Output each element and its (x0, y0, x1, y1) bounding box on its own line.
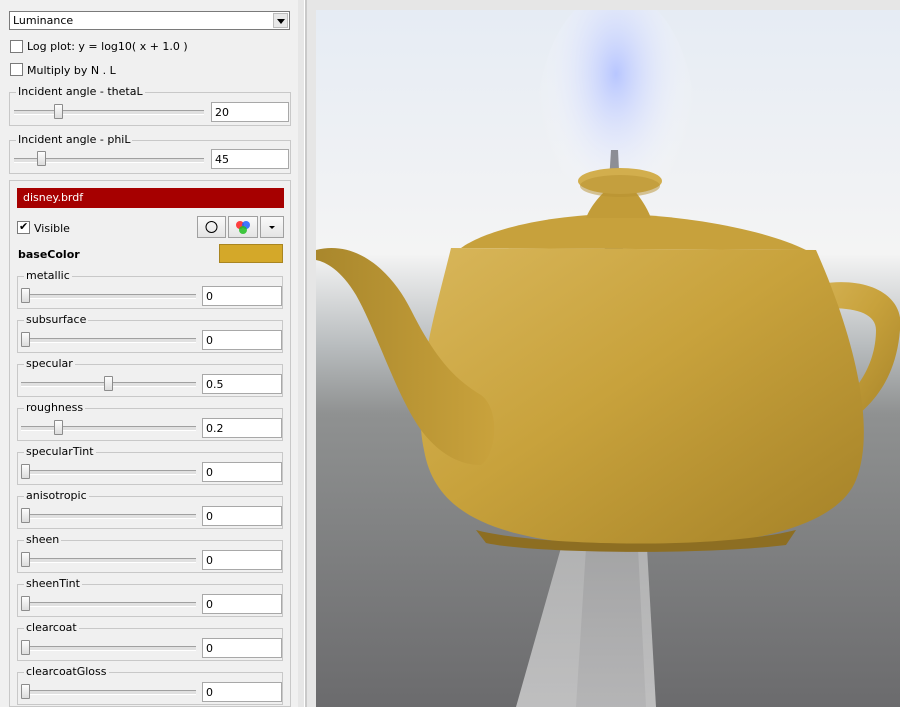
param-slider-track[interactable] (21, 646, 196, 651)
param-value-input[interactable]: 0.5 (202, 374, 282, 394)
param-value-input[interactable]: 0 (202, 506, 282, 526)
param-slider-thumb[interactable] (21, 552, 30, 567)
teapot-render (316, 10, 900, 707)
param-slider-thumb[interactable] (21, 288, 30, 303)
display-mode-select[interactable]: Luminance (9, 11, 290, 30)
log-plot-checkbox[interactable] (10, 40, 23, 53)
param-value-input[interactable]: 0 (202, 462, 282, 482)
param-label: metallic (24, 269, 72, 282)
param-label: sheenTint (24, 577, 82, 590)
render-view[interactable] (316, 10, 900, 707)
theta-slider-track[interactable] (14, 110, 204, 115)
param-slider-thumb[interactable] (54, 420, 64, 435)
param-label: specularTint (24, 445, 96, 458)
param-value-input[interactable]: 0 (202, 638, 282, 658)
base-color-swatch[interactable] (219, 244, 283, 263)
param-slider-thumb[interactable] (21, 596, 30, 611)
param-slider-thumb[interactable] (21, 640, 30, 655)
brdf-menu-button[interactable] (260, 216, 284, 238)
param-slider-track[interactable] (21, 514, 196, 519)
phi-input[interactable]: 45 (211, 149, 289, 169)
param-slider-thumb[interactable] (104, 376, 113, 391)
param-slider-track[interactable] (21, 558, 196, 563)
circle-icon (205, 221, 218, 233)
color-button[interactable] (228, 216, 258, 238)
param-value-input[interactable]: 0 (202, 330, 282, 350)
param-slider-thumb[interactable] (21, 684, 30, 699)
log-plot-label: Log plot: y = log10( x + 1.0 ) (27, 40, 188, 53)
rgb-circles-icon (236, 221, 250, 234)
param-label: clearcoat (24, 621, 79, 634)
solo-button[interactable] (197, 216, 226, 238)
theta-input[interactable]: 20 (211, 102, 289, 122)
brdf-file-label[interactable]: disney.brdf (17, 188, 284, 208)
param-label: sheen (24, 533, 62, 546)
param-value-input[interactable]: 0 (202, 550, 282, 570)
phi-label: Incident angle - phiL (16, 133, 133, 146)
param-slider-track[interactable] (21, 338, 196, 343)
visible-label: Visible (34, 222, 70, 235)
param-value-input[interactable]: 0 (202, 682, 282, 702)
visible-checkbox[interactable] (17, 220, 30, 234)
param-label: roughness (24, 401, 86, 414)
theta-slider-thumb[interactable] (53, 104, 63, 119)
param-slider-thumb[interactable] (21, 464, 30, 479)
param-label: anisotropic (24, 489, 89, 502)
param-label: clearcoatGloss (24, 665, 109, 678)
param-slider-track[interactable] (21, 602, 196, 607)
param-label: subsurface (24, 313, 89, 326)
control-panel: Luminance Log plot: y = log10( x + 1.0 )… (0, 0, 304, 707)
display-mode-value: Luminance (13, 14, 74, 27)
multiply-nl-label: Multiply by N . L (27, 64, 116, 77)
phi-slider-thumb[interactable] (36, 151, 46, 166)
param-slider-track[interactable] (21, 426, 196, 431)
param-slider-thumb[interactable] (21, 332, 30, 347)
param-slider-track[interactable] (21, 470, 196, 475)
base-color-label: baseColor (18, 248, 80, 261)
param-slider-track[interactable] (21, 690, 196, 695)
theta-label: Incident angle - thetaL (16, 85, 145, 98)
param-value-input[interactable]: 0.2 (202, 418, 282, 438)
param-value-input[interactable]: 0 (202, 286, 282, 306)
multiply-nl-checkbox[interactable] (10, 63, 23, 76)
param-slider-track[interactable] (21, 294, 196, 299)
param-label: specular (24, 357, 75, 370)
param-value-input[interactable]: 0 (202, 594, 282, 614)
dropdown-arrow-icon (269, 226, 275, 229)
chevron-down-icon[interactable] (273, 13, 288, 28)
param-slider-thumb[interactable] (21, 508, 30, 523)
